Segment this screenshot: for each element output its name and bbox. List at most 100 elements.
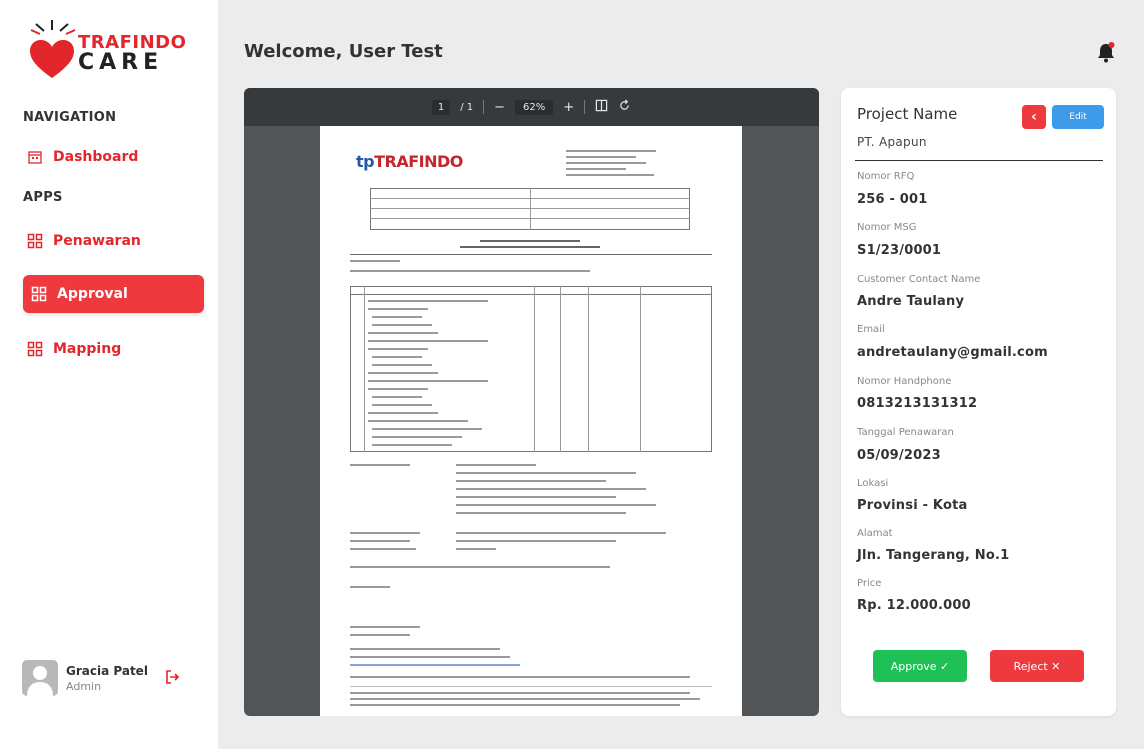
doc-text-line bbox=[456, 472, 636, 474]
page-number-input[interactable]: 1 bbox=[431, 99, 451, 115]
doc-text-line bbox=[350, 270, 590, 272]
field-label-rfq: Nomor RFQ bbox=[857, 171, 915, 182]
doc-text-line bbox=[456, 480, 606, 482]
doc-rule bbox=[350, 686, 712, 687]
doc-heading-line bbox=[480, 240, 580, 242]
doc-text-line bbox=[368, 420, 468, 422]
sidebar-item-label: Dashboard bbox=[53, 149, 139, 165]
document-logo: tpTRAFINDO bbox=[356, 152, 463, 171]
field-label-msg: Nomor MSG bbox=[857, 222, 917, 233]
user-name: Gracia Patel bbox=[66, 664, 148, 678]
zoom-in-button[interactable]: + bbox=[563, 101, 574, 114]
doc-rule bbox=[350, 294, 712, 295]
doc-text-line bbox=[372, 364, 432, 366]
grid-icon bbox=[27, 233, 43, 249]
doc-text-line bbox=[350, 260, 400, 262]
user-role: Admin bbox=[66, 680, 102, 693]
logout-icon[interactable] bbox=[164, 669, 180, 685]
sidebar-item-label: Penawaran bbox=[53, 233, 141, 249]
doc-text-line bbox=[566, 162, 646, 164]
doc-text-line bbox=[456, 548, 496, 550]
doc-text-line bbox=[456, 504, 656, 506]
doc-text-line bbox=[350, 648, 500, 650]
doc-text-line bbox=[368, 348, 428, 350]
field-value-rfq: 256 - 001 bbox=[857, 192, 928, 207]
pdf-viewer[interactable]: 1 / 1 − 62% + tpTRAFINDO bbox=[244, 88, 819, 716]
chevron-left-icon: ‹ bbox=[1031, 109, 1037, 125]
doc-text-line bbox=[566, 156, 636, 158]
doc-text-line bbox=[372, 404, 432, 406]
nav-heading: NAVIGATION bbox=[23, 110, 117, 125]
doc-text-line bbox=[368, 308, 428, 310]
doc-text-line bbox=[368, 340, 488, 342]
user-profile[interactable]: Gracia Patel Admin bbox=[22, 660, 182, 700]
doc-text-line bbox=[368, 388, 428, 390]
doc-text-line bbox=[456, 532, 666, 534]
doc-text-line bbox=[350, 656, 510, 658]
doc-text-line bbox=[350, 698, 700, 700]
doc-text-line bbox=[456, 488, 646, 490]
avatar bbox=[22, 660, 58, 696]
sidebar-item-label: Mapping bbox=[53, 341, 122, 357]
doc-text-line bbox=[372, 324, 432, 326]
notification-bell-icon[interactable] bbox=[1096, 41, 1116, 63]
doc-rule bbox=[560, 286, 561, 452]
doc-rule bbox=[364, 286, 365, 452]
field-value-msg: S1/23/0001 bbox=[857, 243, 942, 258]
doc-text-line bbox=[368, 412, 438, 414]
doc-rule bbox=[640, 286, 641, 452]
doc-text-line bbox=[350, 704, 680, 706]
doc-text-line bbox=[368, 372, 438, 374]
approve-button[interactable]: Approve ✓ bbox=[873, 650, 967, 682]
divider bbox=[855, 160, 1103, 161]
project-detail-card: Project Name ‹ Edit PT. Apapun Nomor RFQ… bbox=[841, 88, 1116, 716]
field-label-date: Tanggal Penawaran bbox=[857, 427, 954, 438]
field-value-location: Provinsi - Kota bbox=[857, 498, 968, 513]
doc-text-line bbox=[372, 428, 482, 430]
pdf-toolbar: 1 / 1 − 62% + bbox=[244, 88, 819, 126]
zoom-level[interactable]: 62% bbox=[515, 99, 554, 115]
doc-text-line bbox=[350, 626, 420, 628]
doc-text-line bbox=[456, 496, 616, 498]
sidebar-item-mapping[interactable]: Mapping bbox=[23, 330, 204, 368]
doc-text-line bbox=[350, 566, 610, 568]
field-label-contact: Customer Contact Name bbox=[857, 274, 981, 285]
fit-page-icon[interactable] bbox=[595, 99, 608, 115]
grid-icon bbox=[27, 341, 43, 357]
brand-logo[interactable]: TRAFINDO CARE bbox=[24, 18, 186, 80]
sidebar-item-penawaran[interactable]: Penawaran bbox=[23, 222, 204, 260]
doc-text-line bbox=[368, 300, 488, 302]
field-label-email: Email bbox=[857, 324, 885, 335]
field-value-address: Jln. Tangerang, No.1 bbox=[857, 548, 1010, 563]
doc-text-line bbox=[350, 676, 690, 678]
project-name-value: PT. Apapun bbox=[857, 135, 927, 149]
doc-text-line bbox=[566, 150, 656, 152]
doc-rule bbox=[588, 286, 589, 452]
doc-text-line bbox=[456, 512, 626, 514]
back-button[interactable]: ‹ bbox=[1022, 105, 1046, 129]
doc-text-line bbox=[350, 664, 520, 666]
doc-text-line bbox=[350, 548, 416, 550]
doc-text-line bbox=[368, 332, 438, 334]
sidebar: TRAFINDO CARE NAVIGATION Dashboard APPS … bbox=[0, 0, 218, 749]
doc-heading-line bbox=[460, 246, 600, 248]
reject-button[interactable]: Reject ✕ bbox=[990, 650, 1084, 682]
card-title: Project Name bbox=[857, 105, 958, 123]
rotate-icon[interactable] bbox=[618, 99, 631, 115]
toolbar-divider bbox=[483, 100, 485, 114]
zoom-out-button[interactable]: − bbox=[494, 101, 505, 114]
field-label-location: Lokasi bbox=[857, 478, 889, 489]
sidebar-item-approval[interactable]: Approval bbox=[23, 275, 204, 313]
field-value-date: 05/09/2023 bbox=[857, 448, 941, 463]
edit-button[interactable]: Edit bbox=[1052, 105, 1104, 129]
sidebar-item-dashboard[interactable]: Dashboard bbox=[23, 138, 204, 176]
field-value-price: Rp. 12.000.000 bbox=[857, 598, 971, 613]
doc-text-line bbox=[566, 168, 626, 170]
doc-text-line bbox=[372, 356, 422, 358]
sidebar-item-label: Approval bbox=[57, 286, 128, 302]
apps-heading: APPS bbox=[23, 190, 63, 205]
field-label-address: Alamat bbox=[857, 528, 893, 539]
spark-icon bbox=[30, 20, 76, 35]
field-value-phone: 0813213131312 bbox=[857, 396, 978, 411]
heart-icon bbox=[30, 40, 74, 78]
